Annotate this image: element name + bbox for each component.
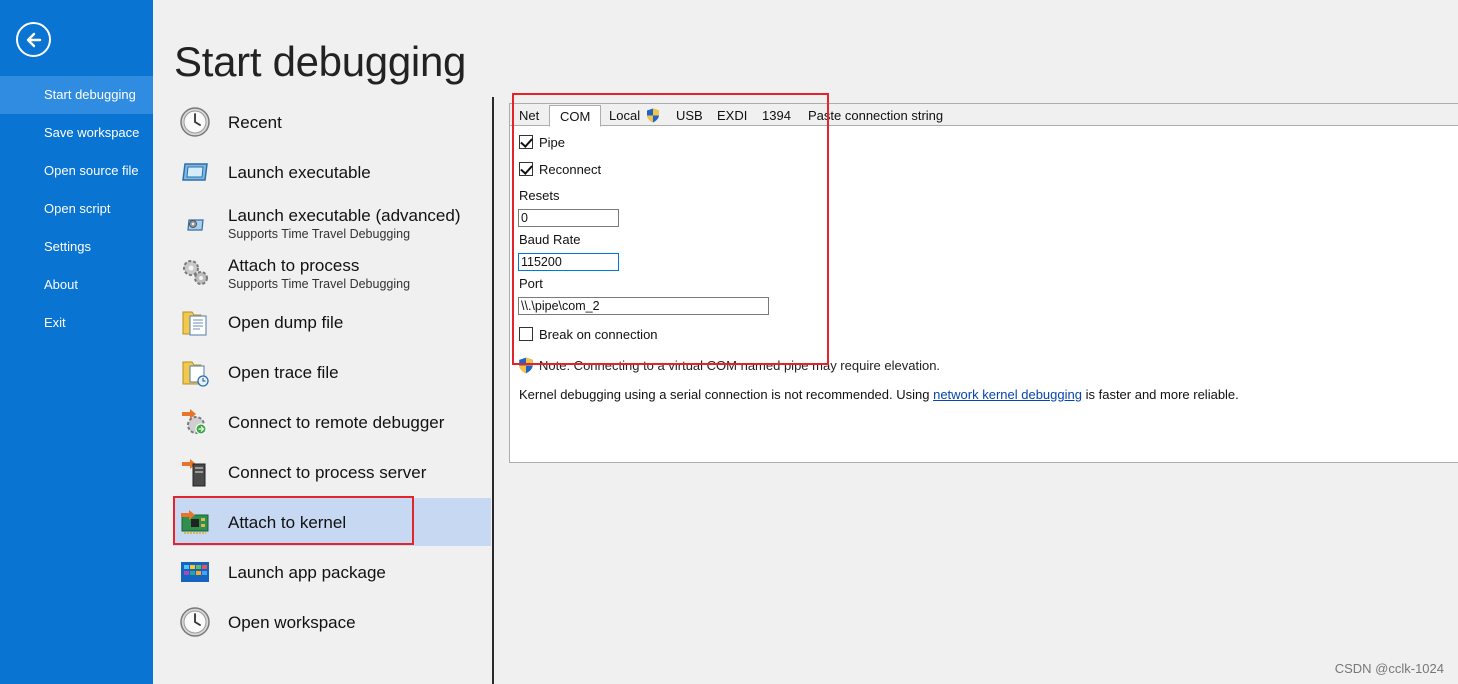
menu-item-label: Recent — [228, 113, 282, 132]
menu-item-connect-process-server[interactable]: Connect to process server — [173, 448, 491, 496]
window-icon — [182, 163, 208, 181]
serial-info-text: Kernel debugging using a serial connecti… — [519, 387, 1239, 402]
info-suffix: is faster and more reliable. — [1081, 387, 1239, 402]
tab-net[interactable]: Net — [519, 107, 539, 126]
tab-com[interactable]: COM — [549, 105, 602, 127]
menu-item-open-dump-file[interactable]: Open dump file — [173, 298, 491, 346]
reconnect-checkbox[interactable]: Reconnect — [519, 160, 601, 178]
break-on-connection-label: Break on connection — [539, 326, 658, 342]
sidebar-item-open-source-file[interactable]: Open source file — [0, 152, 153, 190]
sidebar-item-save-workspace[interactable]: Save workspace — [0, 114, 153, 152]
menu-item-attach-to-kernel[interactable]: Attach to kernel — [173, 498, 491, 546]
sidebar: Start debugging Save workspace Open sour… — [0, 0, 153, 684]
clock-icon — [180, 107, 210, 137]
menu-item-sublabel: Supports Time Travel Debugging — [228, 277, 411, 291]
menu-item-label: Launch executable (advanced) — [228, 206, 461, 225]
back-button[interactable] — [16, 22, 51, 57]
menu-item-sublabel: Supports Time Travel Debugging — [228, 227, 411, 241]
menu-item-launch-executable[interactable]: Launch executable — [173, 148, 491, 196]
tab-paste-connection-string[interactable]: Paste connection string — [808, 107, 943, 126]
pipe-checkbox[interactable]: Pipe — [519, 133, 565, 151]
app-package-icon — [181, 562, 209, 582]
menu-item-launch-app-package[interactable]: Launch app package — [173, 548, 491, 596]
break-on-connection-checkbox[interactable]: Break on connection — [519, 325, 658, 343]
sidebar-item-settings[interactable]: Settings — [0, 228, 153, 266]
menu-item-recent[interactable]: Recent — [173, 98, 491, 146]
sidebar-item-about[interactable]: About — [0, 266, 153, 304]
circuit-board-icon — [181, 510, 209, 534]
shield-icon — [519, 357, 533, 374]
pipe-label: Pipe — [539, 134, 566, 150]
menu-item-label: Open dump file — [228, 313, 344, 332]
watermark: CSDN @cclk-1024 — [1334, 661, 1444, 676]
trace-file-icon — [182, 361, 209, 387]
start-options-panel: Start debugging Recent Launch executable… — [153, 0, 492, 684]
window-gear-icon — [187, 219, 204, 231]
pipe-checkbox-box[interactable] — [519, 135, 533, 149]
kernel-connection-panel: Net COM Local USB EXDI 1394 Paste connec… — [509, 103, 1458, 463]
clock-icon — [180, 607, 210, 637]
elevation-note-text: Note: Connecting to a virtual COM named … — [539, 358, 941, 373]
menu-item-label: Open trace file — [228, 363, 339, 382]
reconnect-checkbox-box[interactable] — [519, 162, 533, 176]
tab-1394[interactable]: 1394 — [762, 107, 791, 126]
menu-item-connect-remote-debugger[interactable]: Connect to remote debugger — [173, 398, 491, 446]
gears-icon — [183, 260, 208, 285]
menu-item-open-workspace[interactable]: Open workspace — [173, 598, 491, 646]
network-kernel-debugging-link[interactable]: network kernel debugging — [933, 387, 1082, 402]
baud-rate-input[interactable] — [518, 253, 619, 271]
tab-usb[interactable]: USB — [676, 107, 703, 126]
arrow-left-icon — [26, 32, 42, 48]
reconnect-label: Reconnect — [539, 161, 602, 177]
menu-item-label: Connect to process server — [228, 463, 427, 482]
server-icon — [182, 459, 206, 487]
connection-tabs: Net COM Local USB EXDI 1394 Paste connec… — [510, 104, 1458, 127]
sidebar-item-exit[interactable]: Exit — [0, 304, 153, 342]
break-on-connection-checkbox-box[interactable] — [519, 327, 533, 341]
sidebar-item-open-script[interactable]: Open script — [0, 190, 153, 228]
menu-item-launch-executable-advanced[interactable]: Launch executable (advanced) Supports Ti… — [173, 198, 491, 246]
tab-exdi[interactable]: EXDI — [717, 107, 747, 126]
resets-input[interactable] — [518, 209, 619, 227]
resets-label: Resets — [519, 188, 560, 203]
menu-item-label: Connect to remote debugger — [228, 413, 445, 432]
page-title: Start debugging — [174, 38, 467, 85]
menu-item-open-trace-file[interactable]: Open trace file — [173, 348, 491, 396]
shield-icon — [646, 108, 659, 123]
sidebar-item-start-debugging[interactable]: Start debugging — [0, 76, 153, 114]
tab-label: Local — [609, 108, 641, 123]
baud-rate-label: Baud Rate — [519, 232, 581, 247]
port-input[interactable] — [518, 297, 769, 315]
menu-item-label: Open workspace — [228, 613, 356, 632]
menu-item-attach-to-process[interactable]: Attach to process Supports Time Travel D… — [173, 248, 491, 296]
tab-local[interactable]: Local — [609, 107, 660, 126]
menu-item-label: Launch executable — [228, 163, 371, 182]
menu-item-label: Attach to process — [228, 256, 360, 275]
port-label: Port — [519, 276, 543, 291]
info-prefix: Kernel debugging using a serial connecti… — [519, 387, 934, 402]
menu-item-label: Launch app package — [228, 563, 386, 582]
panel-divider — [492, 97, 494, 684]
remote-debugger-icon — [182, 409, 207, 435]
menu-item-label: Attach to kernel — [228, 513, 347, 532]
dump-file-icon — [182, 311, 207, 336]
elevation-note: Note: Connecting to a virtual COM named … — [518, 357, 940, 374]
